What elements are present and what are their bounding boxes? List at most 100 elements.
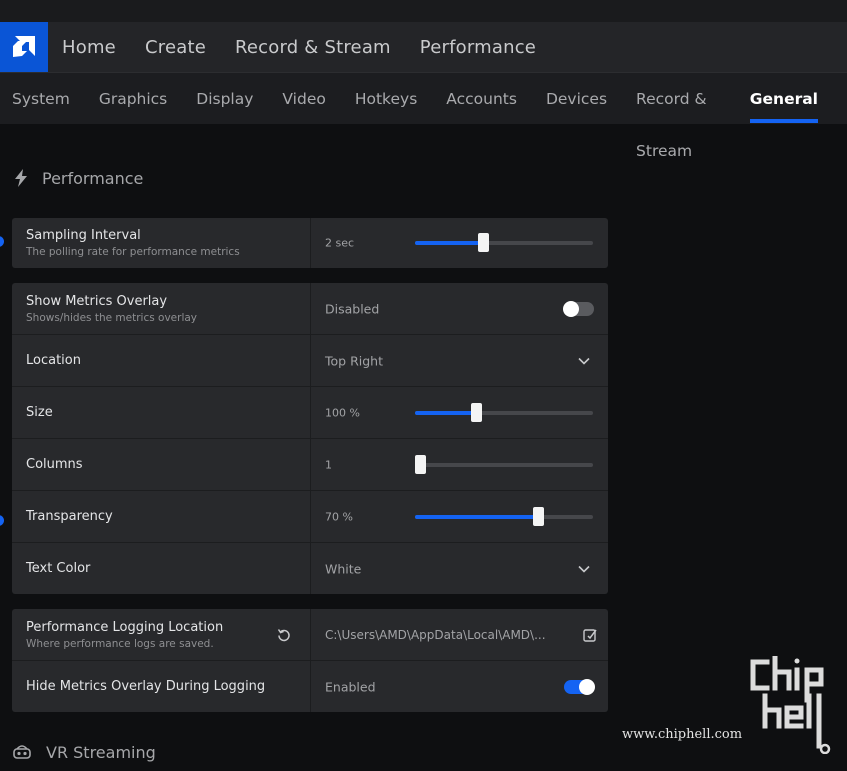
text-color-value: White (325, 561, 362, 576)
section-header-performance: Performance (14, 166, 143, 190)
setting-label: Hide Metrics Overlay During Logging (26, 679, 266, 694)
row-label-block: Sampling Interval The polling rate for p… (12, 218, 310, 268)
row-label-block: Columns (12, 439, 310, 490)
row-control: 70 % (311, 491, 608, 542)
edge-indicator (0, 236, 4, 247)
row-logging-location: Performance Logging Location Where perfo… (12, 609, 608, 660)
slider-thumb[interactable] (477, 233, 489, 252)
card-logging: Performance Logging Location Where perfo… (12, 609, 608, 712)
hide-overlay-value: Enabled (325, 679, 376, 694)
setting-label: Show Metrics Overlay (26, 293, 168, 309)
amd-logo[interactable] (0, 22, 48, 72)
section-header-vr-streaming: VR Streaming (12, 740, 156, 764)
transparency-value: 70 % (325, 510, 353, 523)
overlay-value: Disabled (325, 301, 380, 316)
setting-label: Performance Logging Location (26, 619, 224, 635)
edit-folder-icon[interactable] (582, 627, 598, 643)
show-metrics-overlay-toggle[interactable] (563, 300, 594, 317)
row-sampling-interval: Sampling Interval The polling rate for p… (12, 218, 608, 268)
setting-description: Where performance logs are saved. (26, 637, 214, 650)
hide-overlay-during-logging-toggle[interactable] (564, 678, 595, 695)
row-control: Enabled (311, 661, 608, 712)
slider-fill (415, 514, 538, 519)
tab-accounts[interactable]: Accounts (446, 73, 517, 125)
row-label-block: Transparency (12, 491, 310, 542)
card-metrics-overlay: Show Metrics Overlay Shows/hides the met… (12, 283, 608, 594)
tab-graphics[interactable]: Graphics (99, 73, 167, 125)
settings-tabs: System Graphics Display Video Hotkeys Ac… (12, 73, 847, 160)
card-sampling: Sampling Interval The polling rate for p… (12, 218, 608, 268)
lightning-icon (15, 169, 27, 187)
tab-video[interactable]: Video (282, 73, 325, 125)
setting-description: The polling rate for performance metrics (26, 246, 240, 258)
row-control: 1 (311, 439, 608, 490)
row-columns: Columns 1 (12, 438, 608, 490)
vr-headset-icon (13, 745, 31, 759)
location-dropdown[interactable]: Top Right (311, 335, 608, 386)
nav-home[interactable]: Home (62, 37, 116, 58)
row-transparency: Transparency 70 % (12, 490, 608, 542)
main-nav-bar: Home Create Record & Stream Performance (0, 22, 847, 72)
tab-display[interactable]: Display (196, 73, 253, 125)
columns-value: 1 (325, 458, 332, 471)
row-control: Disabled (311, 283, 608, 334)
section-title: VR Streaming (46, 742, 156, 762)
row-label-block: Location (12, 335, 310, 386)
chevron-down-icon (578, 565, 590, 573)
sampling-interval-slider[interactable] (415, 233, 593, 252)
slider-thumb[interactable] (415, 454, 427, 474)
edge-indicator (0, 515, 4, 526)
slider-fill (415, 410, 476, 415)
section-title: Performance (42, 168, 144, 188)
amd-logo-icon (13, 36, 35, 57)
row-label-block: Performance Logging Location Where perfo… (12, 609, 310, 660)
sampling-value: 2 sec (325, 236, 355, 250)
location-value: Top Right (325, 353, 383, 368)
settings-tab-bar: System Graphics Display Video Hotkeys Ac… (0, 72, 847, 160)
reset-icon[interactable] (276, 627, 292, 643)
title-strip (0, 0, 847, 22)
setting-label: Location (26, 353, 81, 368)
toggle-knob (563, 300, 579, 317)
chiphell-watermark-logo (750, 656, 831, 754)
setting-label: Columns (26, 457, 83, 472)
setting-label: Size (26, 405, 53, 420)
logging-path-value: C:\Users\AMD\AppData\Local\AMD\... (325, 627, 546, 642)
row-label-block: Show Metrics Overlay Shows/hides the met… (12, 283, 310, 334)
tab-hotkeys[interactable]: Hotkeys (355, 73, 417, 125)
row-location[interactable]: Location Top Right (12, 334, 608, 386)
row-size: Size 100 % (12, 386, 608, 438)
text-color-dropdown[interactable]: White (311, 543, 608, 594)
row-control: 2 sec (311, 218, 608, 268)
slider-thumb[interactable] (532, 506, 544, 526)
setting-label: Transparency (26, 509, 113, 524)
setting-description: Shows/hides the metrics overlay (26, 311, 198, 324)
size-slider[interactable] (415, 402, 593, 422)
nav-performance[interactable]: Performance (420, 37, 536, 58)
row-label-block: Hide Metrics Overlay During Logging (12, 661, 310, 712)
tab-system[interactable]: System (12, 73, 70, 125)
row-text-color[interactable]: Text Color White (12, 542, 608, 594)
watermark-url: www.chiphell.com (622, 727, 743, 742)
row-hide-overlay-logging: Hide Metrics Overlay During Logging Enab… (12, 660, 608, 712)
row-show-metrics-overlay: Show Metrics Overlay Shows/hides the met… (12, 283, 608, 334)
row-control: 100 % (311, 387, 608, 438)
slider-fill (415, 241, 483, 245)
chevron-down-icon (578, 357, 590, 365)
tab-general[interactable]: General (749, 73, 819, 125)
row-label-block: Text Color (12, 543, 310, 594)
setting-label: Text Color (26, 561, 91, 576)
row-label-block: Size (12, 387, 310, 438)
tab-devices[interactable]: Devices (546, 73, 607, 125)
size-value: 100 % (325, 406, 360, 419)
row-control: C:\Users\AMD\AppData\Local\AMD\... (311, 609, 608, 660)
setting-label: Sampling Interval (26, 228, 141, 243)
columns-slider[interactable] (415, 454, 593, 474)
tab-record-stream[interactable]: Record & Stream (636, 73, 721, 160)
nav-record-stream[interactable]: Record & Stream (235, 37, 391, 58)
slider-thumb[interactable] (470, 402, 482, 422)
main-nav: Home Create Record & Stream Performance (62, 22, 565, 72)
nav-create[interactable]: Create (145, 37, 206, 58)
toggle-knob (579, 678, 595, 695)
transparency-slider[interactable] (415, 506, 593, 526)
